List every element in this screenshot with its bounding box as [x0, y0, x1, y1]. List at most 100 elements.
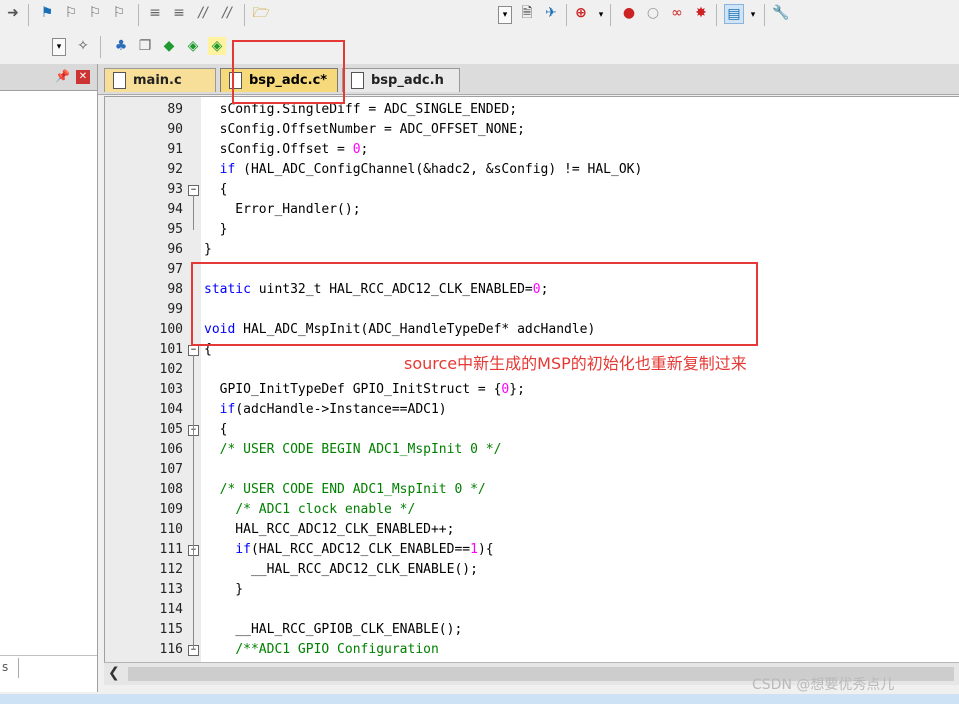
toolbar-separator — [100, 36, 101, 58]
code-line[interactable]: sConfig.Offset = 0; — [204, 140, 369, 160]
line-number: 115 — [159, 622, 183, 637]
pack-installer-icon[interactable]: ◈ — [184, 37, 202, 55]
line-number: 91 — [167, 142, 183, 157]
line-number: 96 — [167, 242, 183, 257]
line-number: 113 — [159, 582, 183, 597]
line-number: 103 — [159, 382, 183, 397]
line-number: 107 — [159, 462, 183, 477]
toolbar-separator — [716, 4, 717, 26]
line-number: 104 — [159, 402, 183, 417]
uncomment-icon[interactable]: // — [218, 4, 236, 22]
code-line[interactable]: HAL_RCC_ADC12_CLK_ENABLED++; — [204, 520, 454, 540]
status-bar — [0, 694, 959, 704]
code-line[interactable]: { — [204, 180, 228, 200]
next-bookmark-icon[interactable]: ⚐ — [86, 4, 104, 22]
find-in-files-icon[interactable]: 🗎 — [518, 4, 536, 22]
code-line[interactable]: /* ADC1 clock enable */ — [204, 500, 415, 520]
disable-all-breakpoints-icon[interactable]: ∞ — [668, 4, 686, 22]
bookmark-flag-icon[interactable]: ⚑ — [38, 4, 56, 22]
fold-guide — [193, 355, 194, 650]
copy-icon[interactable]: ❐ — [136, 37, 154, 55]
build-toolbar: ▾ ✧ ♣ ❐ ◆ ◈ ◈ — [0, 32, 959, 62]
close-icon[interactable]: ✕ — [76, 70, 90, 84]
code-line[interactable]: sConfig.OffsetNumber = ADC_OFFSET_NONE; — [204, 120, 525, 140]
code-line[interactable]: if (HAL_ADC_ConfigChannel(&hadc2, &sConf… — [204, 160, 643, 180]
line-number: 100 — [159, 322, 183, 337]
line-number: 92 — [167, 162, 183, 177]
line-number: 99 — [167, 302, 183, 317]
open-folder-icon[interactable]: 🗁 — [252, 4, 270, 22]
breakpoint-icon[interactable]: ● — [620, 4, 638, 22]
rte-icon[interactable]: ◈ — [208, 37, 226, 55]
toolbar-separator — [566, 4, 567, 26]
line-number: 105 — [159, 422, 183, 437]
project-pane: 📌 ✕ s — [0, 64, 98, 692]
toolbar-separator — [28, 4, 29, 26]
tab-main-c[interactable]: main.c — [104, 68, 216, 92]
line-number: 106 — [159, 442, 183, 457]
toolbar-separator — [244, 4, 245, 26]
line-number: 95 — [167, 222, 183, 237]
line-number: 97 — [167, 262, 183, 277]
code-line[interactable]: if(adcHandle->Instance==ADC1) — [204, 400, 447, 420]
code-line[interactable]: /**ADC1 GPIO Configuration — [204, 640, 439, 660]
code-line[interactable]: GPIO_InitTypeDef GPIO_InitStruct = {0}; — [204, 380, 525, 400]
line-number: 94 — [167, 202, 183, 217]
incremental-find-icon[interactable]: ✈ — [542, 4, 560, 22]
tab-label: main.c — [133, 73, 182, 88]
magic-wand-icon[interactable]: ✧ — [74, 37, 92, 55]
line-number: 93 — [167, 182, 183, 197]
fold-guide — [193, 555, 194, 590]
code-line[interactable]: /* USER CODE BEGIN ADC1_MspInit 0 */ — [204, 440, 502, 460]
indent-icon[interactable]: ≡ — [146, 4, 164, 22]
line-number-gutter: 89 90 91 92 93−94 95 96 97 98 99 100 101−102 103 104 1… — [105, 97, 201, 663]
unindent-icon[interactable]: ≡ — [170, 4, 188, 22]
debug-dropdown-icon[interactable]: ▾ — [592, 6, 610, 24]
code-line[interactable]: { — [204, 420, 228, 440]
pane-tab-label[interactable]: s — [2, 660, 8, 674]
code-line[interactable]: __HAL_RCC_GPIOB_CLK_ENABLE(); — [204, 620, 462, 640]
line-number: 109 — [159, 502, 183, 517]
code-line[interactable]: if(HAL_RCC_ADC12_CLK_ENABLED==1){ — [204, 540, 493, 560]
find-dropdown[interactable]: ▾ — [498, 6, 512, 24]
code-line[interactable]: __HAL_RCC_ADC12_CLK_ENABLE(); — [204, 560, 478, 580]
watermark: CSDN @想要优秀点儿 — [752, 677, 895, 693]
main-toolbar: ➜ ⚑ ⚐ ⚐ ⚐ ≡ ≡ // // 🗁 ▾ 🗎 ✈ ⊕ ▾ ● ○ ∞ ✸ … — [0, 0, 959, 30]
line-number: 101 — [159, 342, 183, 357]
highlight-box-code — [191, 262, 758, 346]
pin-icon[interactable]: 📌 — [55, 69, 70, 83]
code-line[interactable]: } — [204, 220, 228, 240]
file-icon — [113, 72, 126, 89]
diamond-icon[interactable]: ◆ — [160, 37, 178, 55]
kill-breakpoints-icon[interactable]: ✸ — [692, 4, 710, 22]
pane-bottom-tabs: s — [0, 655, 97, 682]
line-number: 114 — [159, 602, 183, 617]
line-number: 89 — [167, 102, 183, 117]
comment-icon[interactable]: // — [194, 4, 212, 22]
line-number: 90 — [167, 122, 183, 137]
line-number: 108 — [159, 482, 183, 497]
debug-session-icon[interactable]: ⊕ — [572, 4, 590, 22]
code-editor[interactable]: 89 90 91 92 93−94 95 96 97 98 99 100 101−102 103 104 1… — [104, 96, 959, 663]
code-line[interactable]: } — [204, 580, 243, 600]
line-number: 102 — [159, 362, 183, 377]
line-number: 112 — [159, 562, 183, 577]
config-icon[interactable]: ▤ — [724, 4, 744, 24]
forward-arrow-icon[interactable]: ➜ — [4, 4, 22, 22]
code-line[interactable]: /* USER CODE END ADC1_MspInit 0 */ — [204, 480, 486, 500]
editor-tab-bar: main.c bsp_adc.c* bsp_adc.h — [98, 64, 959, 95]
file-icon — [351, 72, 364, 89]
prev-bookmark-icon[interactable]: ⚐ — [62, 4, 80, 22]
code-line[interactable]: } — [204, 240, 212, 260]
clear-bookmarks-icon[interactable]: ⚐ — [110, 4, 128, 22]
toolbar-separator — [764, 4, 765, 26]
manage-project-icon[interactable]: ♣ — [112, 37, 130, 55]
tab-bsp-adc-h[interactable]: bsp_adc.h — [342, 68, 460, 92]
config-dropdown-icon[interactable]: ▾ — [744, 6, 762, 24]
line-number: 111 — [159, 542, 183, 557]
wrench-icon[interactable]: 🔧 — [772, 4, 790, 22]
target-dropdown[interactable]: ▾ — [52, 38, 66, 56]
disable-breakpoint-icon[interactable]: ○ — [644, 4, 662, 22]
code-line[interactable]: Error_Handler(); — [204, 200, 360, 220]
scroll-left-icon[interactable]: ❮ — [108, 665, 120, 681]
